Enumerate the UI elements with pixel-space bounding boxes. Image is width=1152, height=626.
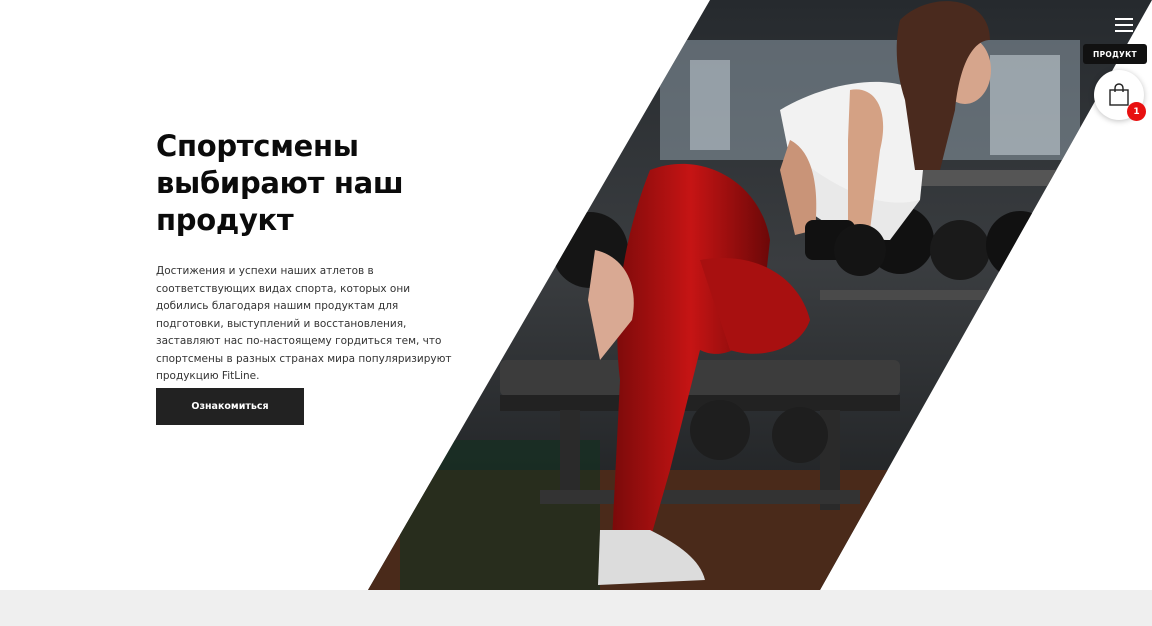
menu-line [1115, 24, 1133, 26]
learn-more-button[interactable]: Ознакомиться [156, 388, 304, 425]
footer-band [0, 590, 1152, 626]
hero-section: Спортсмены выбирают наш продукт Достижен… [0, 0, 1152, 590]
hero-title: Спортсмены выбирают наш продукт [156, 129, 404, 237]
shopping-bag-icon [1109, 83, 1129, 106]
cart-count-badge: 1 [1127, 102, 1146, 121]
hero-description: Достижения и успехи наших атлетов в соот… [156, 265, 452, 382]
hamburger-menu-icon[interactable] [1112, 14, 1136, 36]
product-badge[interactable]: ПРОДУКТ [1083, 44, 1147, 64]
menu-line [1115, 30, 1133, 32]
menu-line [1115, 18, 1133, 20]
